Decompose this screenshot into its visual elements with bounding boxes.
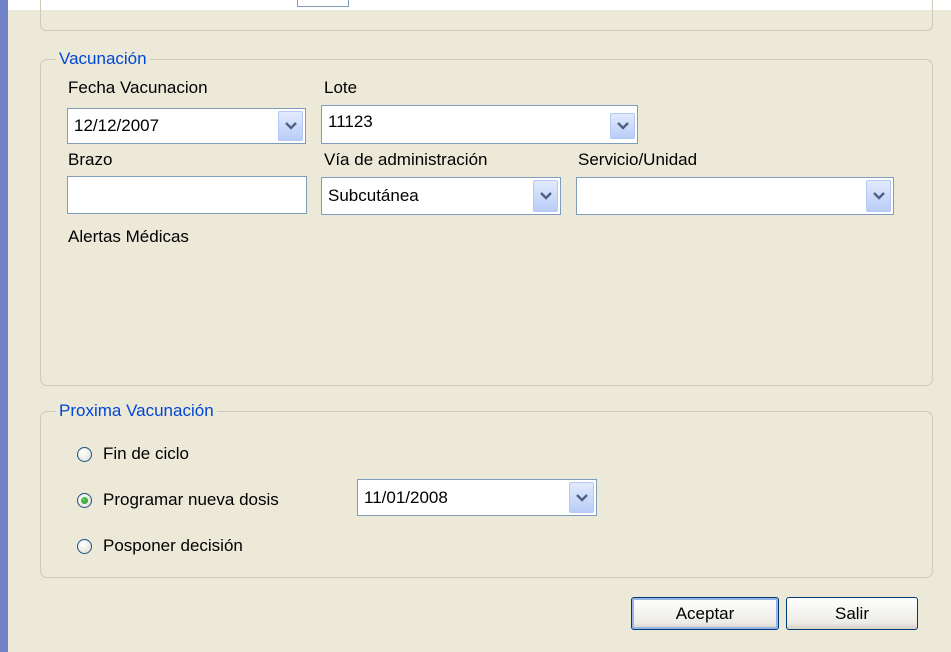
via-administracion-label: Vía de administración [324,150,488,169]
chevron-down-icon[interactable] [610,113,635,139]
chevron-down-icon[interactable] [533,180,558,212]
radio-fin-de-ciclo[interactable]: Fin de ciclo [77,443,189,465]
lote-combo[interactable]: 11123 [321,105,638,144]
radio-button-selected[interactable] [77,492,92,508]
radio-label: Programar nueva dosis [103,490,279,509]
chevron-down-icon[interactable] [866,180,891,212]
radio-button[interactable] [77,538,92,554]
chevron-down-icon[interactable] [278,111,303,141]
fecha-vacunacion-label: Fecha Vacunacion [68,78,208,97]
fecha-vacunacion-combo[interactable]: 12/12/2007 [67,108,306,144]
fecha-vacunacion-value: 12/12/2007 [74,116,160,135]
previous-field-stub [297,0,349,7]
proxima-fecha-combo[interactable]: 11/01/2008 [357,479,597,516]
proxima-vacunacion-legend: Proxima Vacunación [56,400,217,422]
radio-label: Posponer decisión [103,536,243,555]
previous-group-box [40,0,933,31]
chevron-down-icon[interactable] [569,482,594,513]
radio-label: Fin de ciclo [103,444,189,463]
brazo-field[interactable] [67,176,307,214]
brazo-label: Brazo [68,150,113,169]
proxima-fecha-value: 11/01/2008 [364,487,448,507]
servicio-unidad-label: Servicio/Unidad [578,150,698,169]
salir-button[interactable]: Salir [786,597,918,630]
via-administracion-combo[interactable]: Subcutánea [321,177,561,215]
radio-programar-nueva-dosis[interactable]: Programar nueva dosis [77,489,279,511]
aceptar-button[interactable]: Aceptar [631,597,779,630]
vacunacion-legend: Vacunación [56,48,150,70]
lote-value: 11123 [328,112,373,131]
window-left-border [0,0,8,652]
radio-button[interactable] [77,446,92,462]
lote-label: Lote [324,78,358,97]
servicio-unidad-combo[interactable] [576,177,894,215]
alertas-medicas-label: Alertas Médicas [68,227,189,246]
via-administracion-value: Subcutánea [328,186,419,205]
radio-posponer-decision[interactable]: Posponer decisión [77,535,243,557]
